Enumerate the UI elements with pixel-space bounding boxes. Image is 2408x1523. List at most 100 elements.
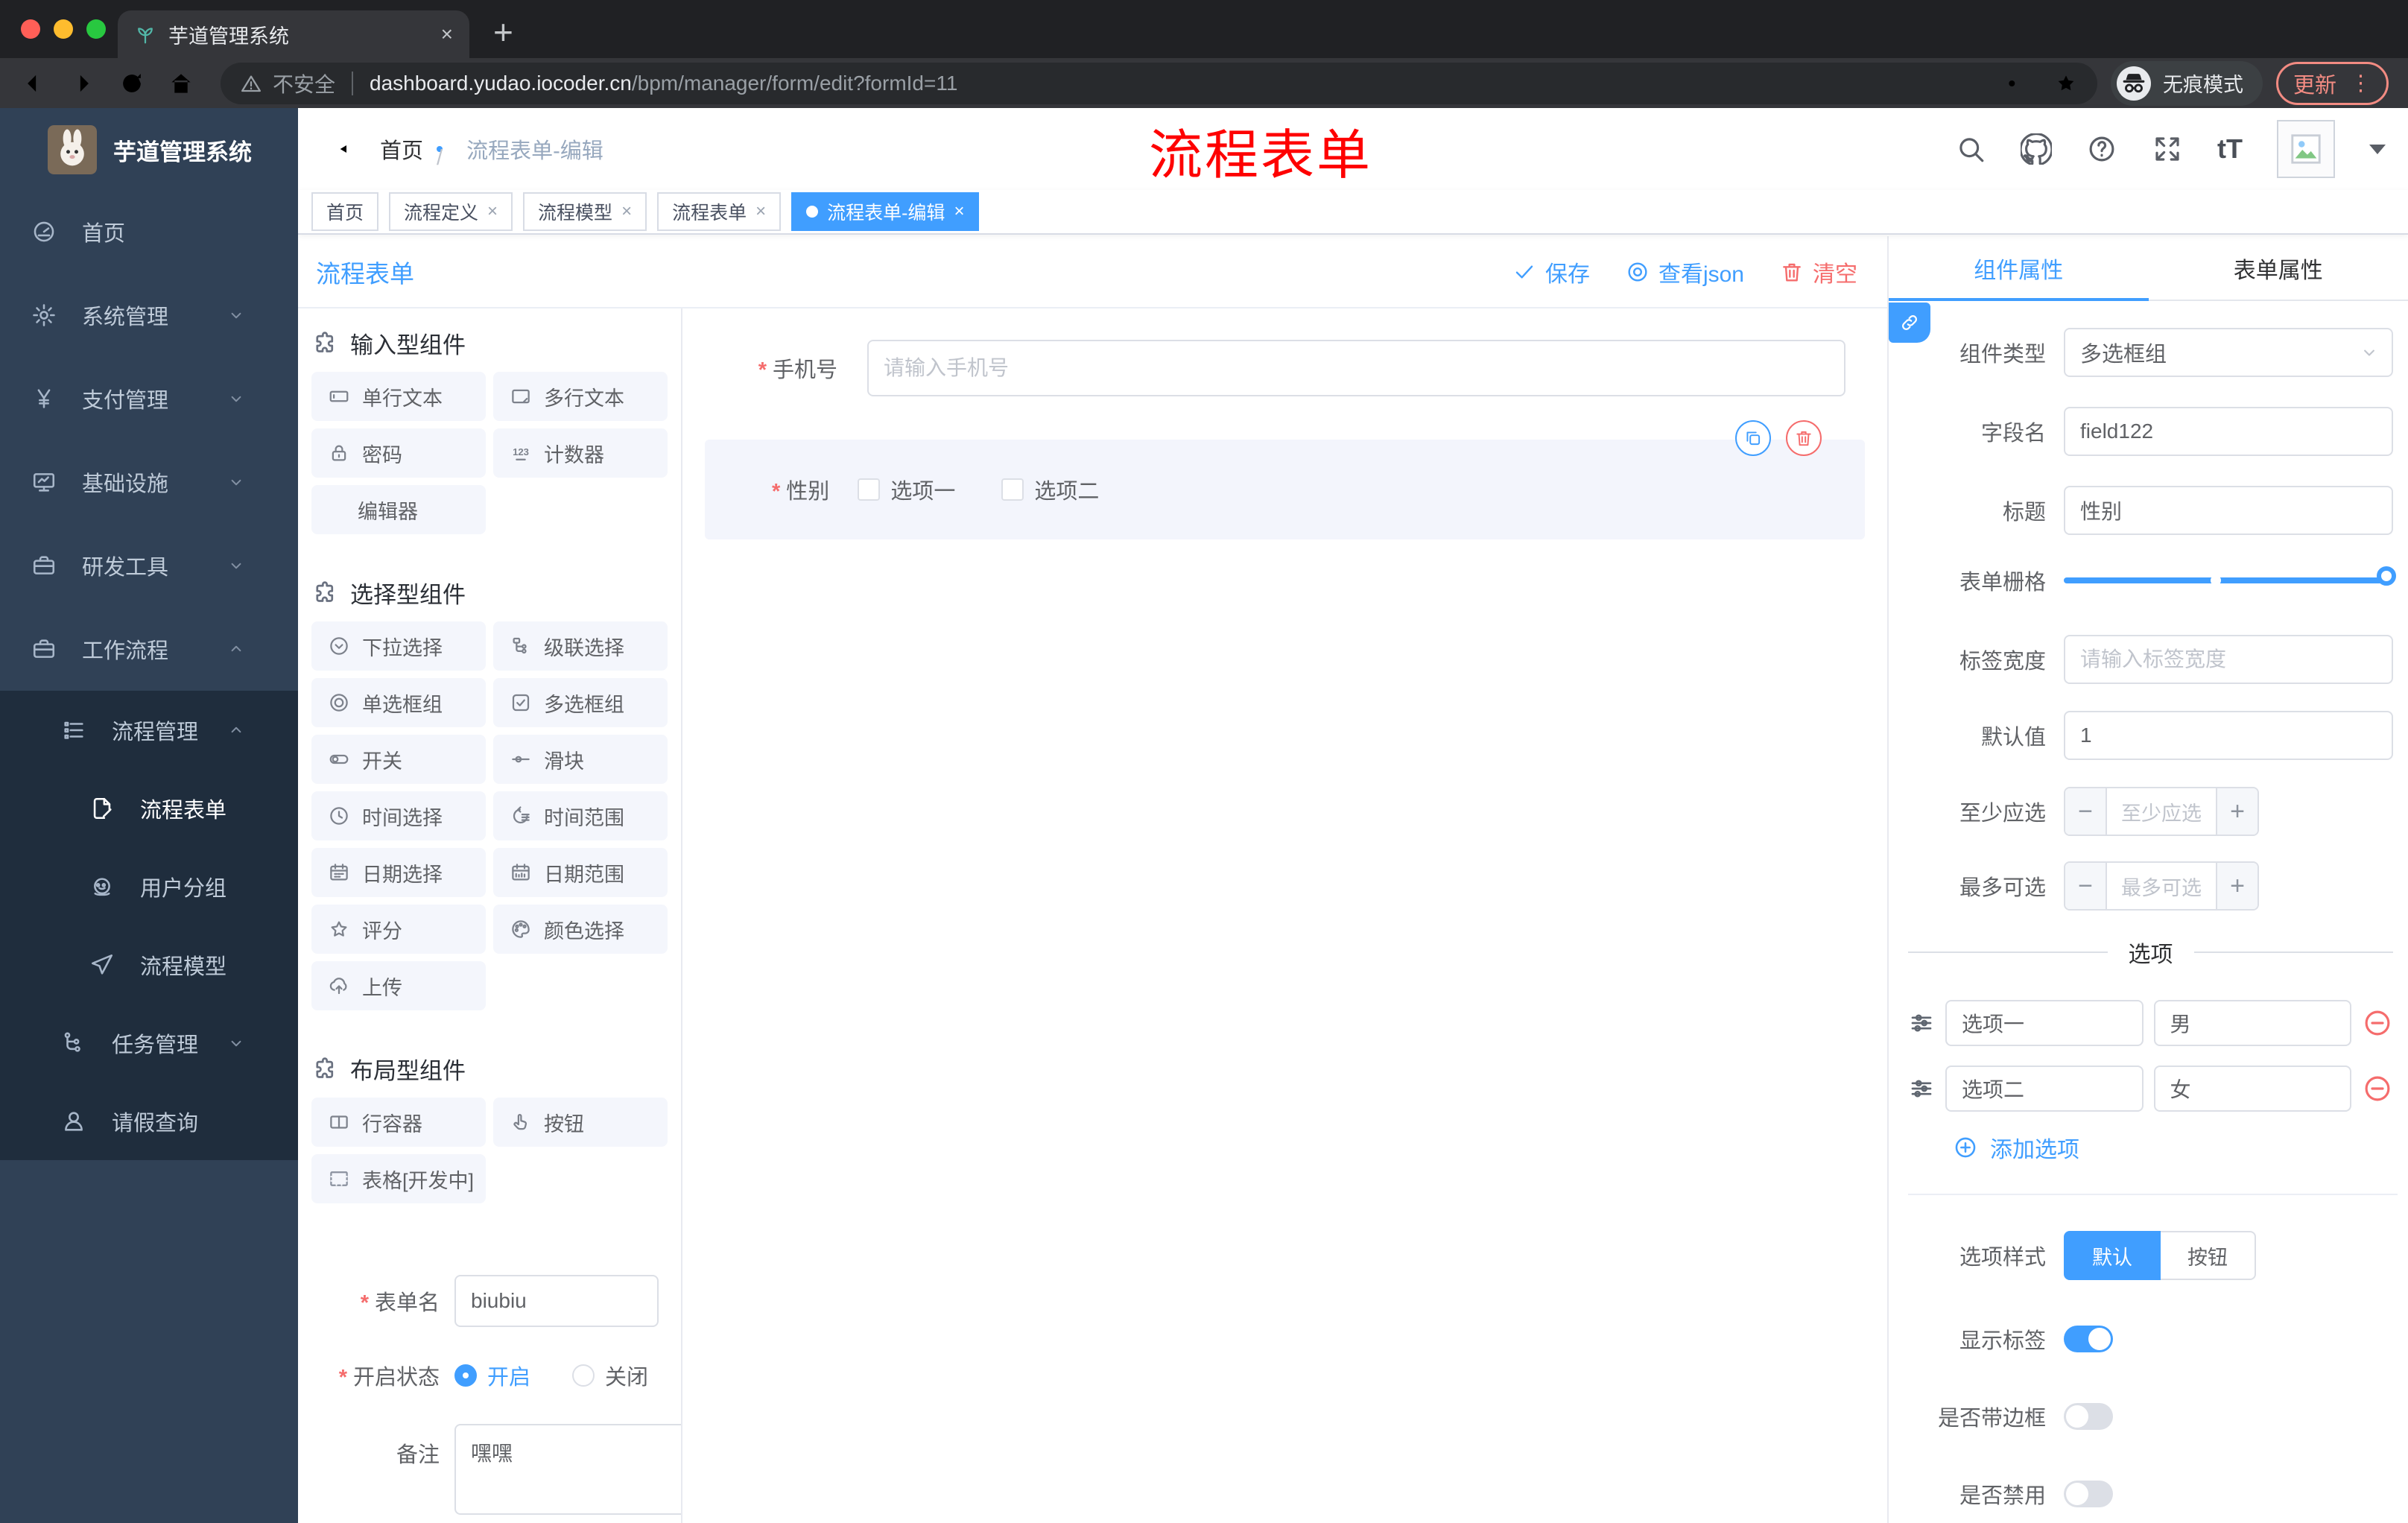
window-zoom-button[interactable] (86, 19, 106, 39)
grid-slider[interactable] (2064, 566, 2396, 586)
stepper-minus-button[interactable]: − (2065, 863, 2107, 909)
view-tab-process-model[interactable]: 流程模型 × (523, 192, 647, 231)
browser-tab[interactable]: 芋道管理系统 × (118, 10, 469, 58)
window-controls[interactable] (21, 19, 106, 39)
component-multi-line-text[interactable]: 多行文本 (493, 372, 668, 421)
tab-form-props[interactable]: 表单属性 (2149, 236, 2408, 300)
avatar[interactable] (2277, 120, 2335, 178)
new-tab-button[interactable]: + (493, 12, 513, 52)
sidebar-item-user-group[interactable]: 用户分组 (0, 847, 298, 925)
view-json-button[interactable]: 查看json (1626, 256, 1744, 288)
remove-option-icon[interactable] (2362, 1007, 2393, 1039)
forward-icon[interactable] (69, 69, 97, 98)
phone-input[interactable] (867, 340, 1845, 396)
status-off-label[interactable]: 关闭 (605, 1360, 648, 1391)
field-link-badge[interactable] (1889, 303, 1930, 343)
view-tab-home[interactable]: 首页 (311, 192, 379, 231)
gender-checkbox-2[interactable] (1001, 478, 1024, 501)
component-single-line-text[interactable]: 单行文本 (311, 372, 486, 421)
tab-component-props[interactable]: 组件属性 (1889, 236, 2149, 301)
component-color-picker[interactable]: 颜色选择 (493, 905, 668, 954)
sidebar-item-leave-query[interactable]: 请假查询 (0, 1082, 298, 1160)
sidebar-item-process-form[interactable]: 流程表单 (0, 769, 298, 847)
min-select-placeholder[interactable]: 至少应选 (2107, 788, 2216, 835)
github-icon[interactable] (2021, 133, 2052, 165)
status-on-label[interactable]: 开启 (487, 1360, 530, 1391)
show-label-toggle[interactable] (2064, 1326, 2113, 1352)
tab-close-icon[interactable]: × (621, 201, 632, 222)
sidebar-item-task-mgmt[interactable]: 任务管理 (0, 1004, 298, 1082)
style-default-button[interactable]: 默认 (2064, 1231, 2161, 1280)
sidebar-item-system[interactable]: 系统管理 (0, 273, 298, 357)
tab-close-icon[interactable]: × (755, 201, 766, 222)
component-cascader[interactable]: 级联选择 (493, 621, 668, 671)
breadcrumb-home[interactable]: 首页 (380, 133, 423, 165)
component-date-range[interactable]: 日期范围 (493, 848, 668, 897)
sidebar-collapse-icon[interactable] (320, 134, 350, 164)
home-icon[interactable] (167, 69, 195, 98)
bookmark-star-icon[interactable] (2054, 72, 2078, 95)
sidebar-item-payment[interactable]: 支付管理 (0, 357, 298, 440)
border-toggle[interactable] (2064, 1403, 2113, 1430)
component-upload[interactable]: 上传 (311, 961, 486, 1010)
component-radio-group[interactable]: 单选框组 (311, 678, 486, 727)
component-password[interactable]: 密码 (311, 428, 486, 478)
slider-handle[interactable] (2377, 566, 2396, 586)
component-time-range[interactable]: 时间范围 (493, 791, 668, 840)
max-select-placeholder[interactable]: 最多可选 (2107, 863, 2216, 909)
remove-option-icon[interactable] (2362, 1073, 2393, 1104)
tab-close-icon[interactable]: × (487, 201, 498, 222)
security-warning-icon[interactable] (240, 72, 262, 95)
reload-icon[interactable] (118, 69, 146, 98)
title-input[interactable] (2064, 486, 2393, 535)
view-tab-process-form-edit[interactable]: 流程表单-编辑 × (791, 192, 980, 231)
component-type-select[interactable]: 多选框组 (2064, 328, 2393, 377)
component-checkbox-group[interactable]: 多选框组 (493, 678, 668, 727)
status-radio-off[interactable] (572, 1364, 595, 1387)
back-icon[interactable] (19, 69, 48, 98)
gender-option-1-label[interactable]: 选项一 (890, 474, 955, 505)
duplicate-component-button[interactable] (1735, 420, 1771, 456)
delete-component-button[interactable] (1786, 420, 1822, 456)
user-menu-caret-icon[interactable] (2369, 144, 2386, 154)
sidebar-item-home[interactable]: 首页 (0, 190, 298, 273)
component-counter[interactable]: 计数器 (493, 428, 668, 478)
help-icon[interactable] (2086, 133, 2117, 165)
component-select[interactable]: 下拉选择 (311, 621, 486, 671)
sidebar-item-process-model[interactable]: 流程模型 (0, 925, 298, 1004)
stepper-minus-button[interactable]: − (2065, 788, 2107, 835)
component-date-picker[interactable]: 日期选择 (311, 848, 486, 897)
address-bar[interactable]: 不安全 dashboard.yudao.iocoder.cn/bpm/manag… (221, 62, 2097, 104)
view-tab-process-definition[interactable]: 流程定义 × (389, 192, 513, 231)
font-size-icon[interactable]: tT (2217, 133, 2243, 165)
option-2-value-input[interactable] (2153, 1066, 2351, 1112)
field-name-input[interactable] (2064, 407, 2393, 456)
stepper-plus-button[interactable]: + (2216, 788, 2258, 835)
style-button-button[interactable]: 按钮 (2161, 1231, 2256, 1280)
label-width-input[interactable] (2064, 635, 2393, 684)
option-2-label-input[interactable] (1945, 1066, 2144, 1112)
save-button[interactable]: 保存 (1512, 256, 1590, 288)
sidebar-item-infra[interactable]: 基础设施 (0, 440, 298, 524)
component-rate[interactable]: 评分 (311, 905, 486, 954)
tab-close-icon[interactable]: × (441, 22, 453, 46)
option-1-value-input[interactable] (2153, 1000, 2351, 1046)
password-key-icon[interactable] (2005, 72, 2029, 95)
component-switch[interactable]: 开关 (311, 735, 486, 784)
component-time-picker[interactable]: 时间选择 (311, 791, 486, 840)
sidebar-item-process-mgmt[interactable]: 流程管理 (0, 691, 298, 769)
tab-close-icon[interactable]: × (954, 201, 964, 222)
gender-checkbox-1[interactable] (858, 478, 881, 501)
form-remark-textarea[interactable]: 嘿嘿 (454, 1424, 681, 1515)
option-1-label-input[interactable] (1945, 1000, 2144, 1046)
view-tab-process-form[interactable]: 流程表单 × (657, 192, 782, 231)
drag-handle-icon[interactable] (1908, 1075, 1935, 1102)
form-name-input[interactable] (454, 1275, 659, 1327)
window-close-button[interactable] (21, 19, 40, 39)
canvas-field-phone[interactable]: * 手机号 (724, 340, 1845, 396)
browser-menu-icon[interactable]: ⋮ (2350, 70, 2371, 96)
default-value-input[interactable] (2064, 711, 2393, 760)
sidebar-item-workflow[interactable]: 工作流程 (0, 607, 298, 691)
add-option-button[interactable]: 添加选项 (1953, 1131, 2393, 1164)
search-icon[interactable] (1955, 133, 1986, 165)
